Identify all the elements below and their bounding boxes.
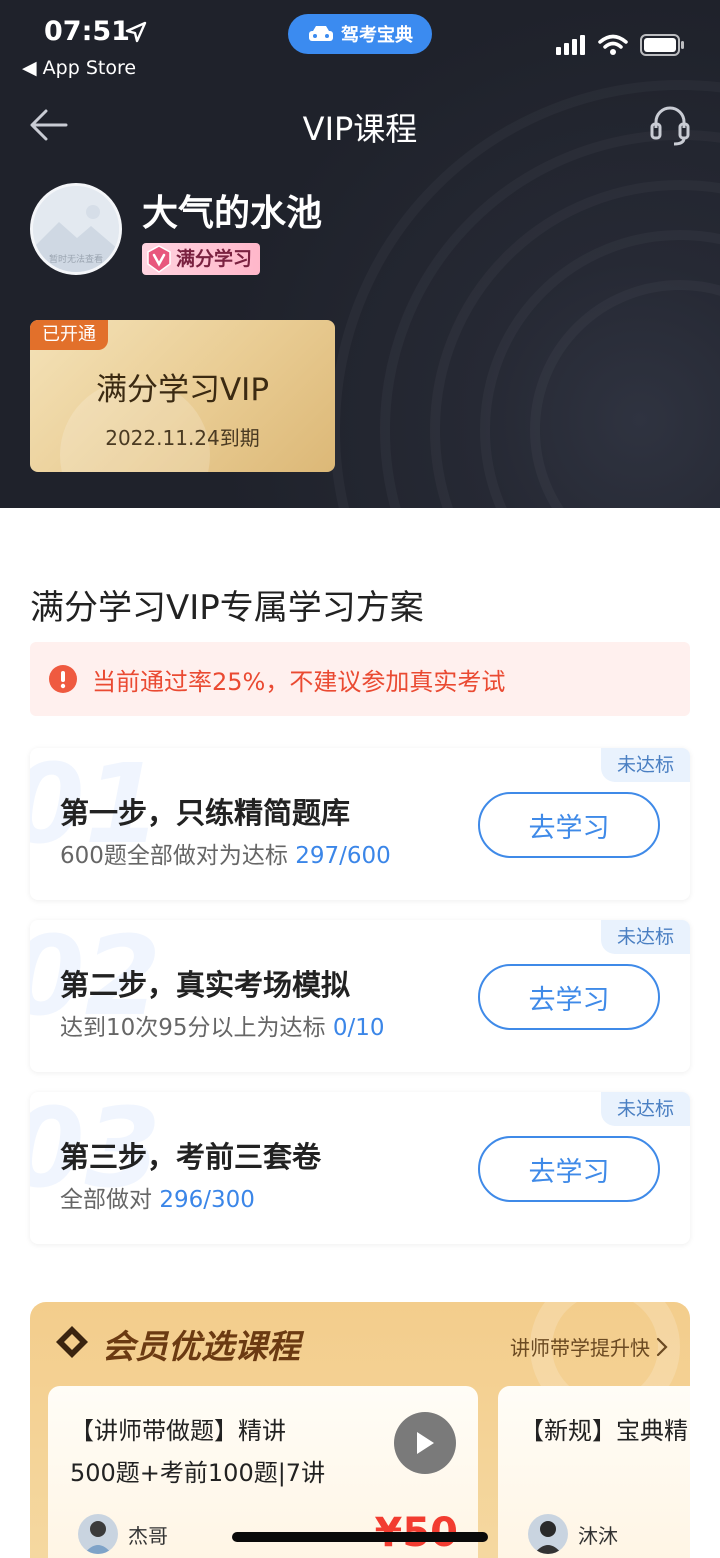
teacher-name: 杰哥 bbox=[128, 1523, 168, 1548]
signal-icon bbox=[556, 35, 585, 55]
status-badge: 未达标 bbox=[600, 920, 690, 954]
pass-rate-alert: 当前通过率25%，不建议参加真实考试 bbox=[30, 642, 690, 716]
alert-text: 当前通过率25%，不建议参加真实考试 bbox=[92, 667, 506, 696]
step-desc: 全部做对 296/300 bbox=[60, 1180, 255, 1214]
teacher-guided-label: 讲师带学提升快 bbox=[510, 1336, 650, 1360]
car-icon bbox=[309, 26, 333, 41]
status-badge: 未达标 bbox=[600, 1092, 690, 1126]
wifi-icon bbox=[598, 34, 628, 55]
page-title: VIP课程 bbox=[302, 110, 418, 148]
battery-icon bbox=[640, 34, 684, 56]
vip-course-page: 07:51 ◀ App Store 驾考宝典 VIP课程 暂时无法查看 大气的水… bbox=[0, 0, 720, 1558]
vip-tag-label: 满分学习 bbox=[176, 248, 253, 270]
status-badge: 未达标 bbox=[600, 748, 690, 782]
warning-icon bbox=[49, 665, 77, 693]
avatar-caption: 暂时无法查看 bbox=[48, 255, 103, 265]
vip-level-tag: 满分学习 bbox=[142, 243, 261, 275]
member-section-title: 会员优选课程 bbox=[102, 1327, 300, 1366]
avatar[interactable]: 暂时无法查看 bbox=[30, 183, 122, 275]
course-title: 【讲师带做题】精讲 500题+考前100题|7讲 bbox=[70, 1410, 325, 1494]
step-progress: 0/10 bbox=[332, 1015, 385, 1041]
status-time: 07:51 bbox=[44, 16, 130, 47]
step-desc-text: 全部做对 bbox=[60, 1187, 152, 1213]
person-icon bbox=[534, 1521, 562, 1554]
step-desc: 600题全部做对为达标 297/600 bbox=[60, 836, 391, 870]
step-desc-text: 达到10次95分以上为达标 bbox=[60, 1015, 326, 1041]
home-indicator[interactable] bbox=[232, 1532, 488, 1542]
step-card-1: 01 未达标 第一步，只练精简题库 600题全部做对为达标 297/600 去学… bbox=[30, 748, 690, 900]
course-teacher: 沐沐 bbox=[528, 1514, 618, 1554]
go-study-button[interactable]: 去学习 bbox=[478, 1136, 660, 1202]
plan-title: 满分学习VIP专属学习方案 bbox=[30, 588, 424, 628]
course-title-line: 【讲师带做题】精讲 bbox=[70, 1417, 286, 1445]
status-icons bbox=[556, 34, 686, 56]
teacher-avatar bbox=[78, 1514, 118, 1554]
course-title-line: 500题+考前100题|7讲 bbox=[70, 1459, 326, 1487]
step-desc: 达到10次95分以上为达标 0/10 bbox=[60, 1008, 385, 1042]
location-arrow-icon bbox=[125, 21, 147, 43]
app-badge-label: 驾考宝典 bbox=[341, 25, 413, 46]
play-button[interactable] bbox=[394, 1412, 456, 1474]
teacher-avatar bbox=[528, 1514, 568, 1554]
vip-header: 07:51 ◀ App Store 驾考宝典 VIP课程 暂时无法查看 大气的水… bbox=[0, 0, 720, 508]
vip-status-badge: 已开通 bbox=[30, 320, 108, 350]
vip-expiry-date: 2022.11.24到期 bbox=[105, 426, 260, 450]
chevron-right-icon bbox=[656, 1337, 668, 1356]
step-title: 第一步，只练精简题库 bbox=[60, 796, 351, 830]
app-badge[interactable]: 驾考宝典 bbox=[288, 14, 432, 54]
back-to-app-store[interactable]: ◀ App Store bbox=[22, 57, 136, 79]
vip-membership-card[interactable]: 已开通 满分学习VIP 2022.11.24到期 bbox=[30, 320, 335, 472]
back-app-label: App Store bbox=[42, 57, 137, 79]
step-desc-text: 600题全部做对为达标 bbox=[60, 843, 288, 869]
member-courses-section: 会员优选课程 讲师带学提升快 【讲师带做题】精讲 500题+考前100题|7讲 bbox=[30, 1302, 690, 1558]
go-study-button[interactable]: 去学习 bbox=[478, 964, 660, 1030]
step-progress: 297/600 bbox=[295, 843, 391, 869]
course-card[interactable]: 【新规】宝典精 沐沐 bbox=[498, 1386, 690, 1558]
course-title-line: 【新规】宝典精 bbox=[520, 1417, 688, 1445]
course-teacher: 杰哥 bbox=[78, 1514, 168, 1554]
course-title: 【新规】宝典精 bbox=[520, 1410, 688, 1452]
vip-shield-icon bbox=[147, 245, 171, 273]
back-triangle-icon: ◀ bbox=[22, 57, 37, 79]
person-icon bbox=[84, 1521, 112, 1554]
diamond-icon bbox=[56, 1326, 88, 1358]
user-name: 大气的水池 bbox=[142, 193, 323, 234]
teacher-guided-link[interactable]: 讲师带学提升快 bbox=[510, 1332, 668, 1361]
step-progress: 296/300 bbox=[159, 1187, 255, 1213]
play-icon bbox=[417, 1432, 434, 1454]
go-study-button[interactable]: 去学习 bbox=[478, 792, 660, 858]
step-title: 第三步，考前三套卷 bbox=[60, 1140, 322, 1174]
step-title: 第二步，真实考场模拟 bbox=[60, 968, 351, 1002]
step-card-2: 02 未达标 第二步，真实考场模拟 达到10次95分以上为达标 0/10 去学习 bbox=[30, 920, 690, 1072]
step-card-3: 03 未达标 第三步，考前三套卷 全部做对 296/300 去学习 bbox=[30, 1092, 690, 1244]
customer-service-icon[interactable] bbox=[650, 104, 690, 148]
teacher-name: 沐沐 bbox=[578, 1523, 618, 1548]
vip-card-title: 满分学习VIP bbox=[95, 372, 270, 408]
